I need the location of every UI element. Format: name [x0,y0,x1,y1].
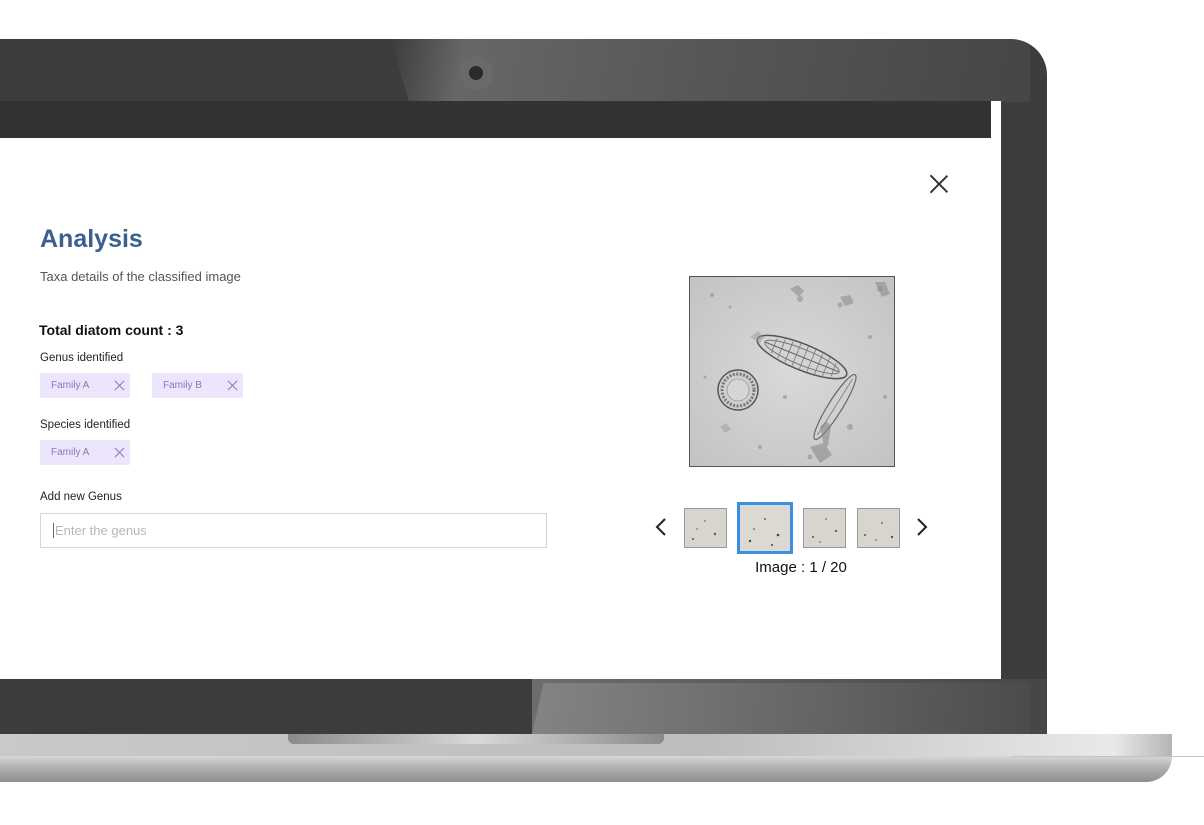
genus-input-wrapper [40,513,547,548]
chip-label: Family B [163,380,202,391]
laptop-hinge [288,734,664,744]
screen: Analysis Taxa details of the classified … [0,101,1001,679]
genus-chip: Family A [40,373,130,398]
chip-remove-icon[interactable] [114,380,125,391]
webcam [459,56,493,90]
thumbnail-active[interactable] [737,502,793,554]
species-chip: Family A [40,440,130,465]
image-counter: Image : 1 / 20 [755,559,847,576]
chevron-right-icon[interactable] [916,517,928,537]
thumbnail[interactable] [684,508,727,548]
thumbnail[interactable] [857,508,900,548]
chip-remove-icon[interactable] [114,447,125,458]
bezel-reflection-bottom [532,679,1047,739]
page-title: Analysis [40,225,143,253]
diatom-image [689,276,895,467]
thumbnail[interactable] [803,508,846,548]
chip-label: Family A [51,447,90,458]
species-label: Species identified [40,419,131,431]
total-diatom-count: Total diatom count : 3 [39,322,184,338]
genus-input[interactable] [40,513,547,548]
genus-label: Genus identified [40,352,124,364]
page-subtitle: Taxa details of the classified image [40,269,241,284]
add-genus-label: Add new Genus [40,491,122,503]
app-top-bar [0,101,991,138]
close-icon[interactable] [929,174,949,194]
genus-chip: Family B [152,373,243,398]
chip-label: Family A [51,380,90,391]
chevron-left-icon[interactable] [655,517,667,537]
laptop-base [0,756,1172,782]
surface-line [1012,756,1204,757]
chip-remove-icon[interactable] [227,380,238,391]
text-caret [53,523,54,538]
